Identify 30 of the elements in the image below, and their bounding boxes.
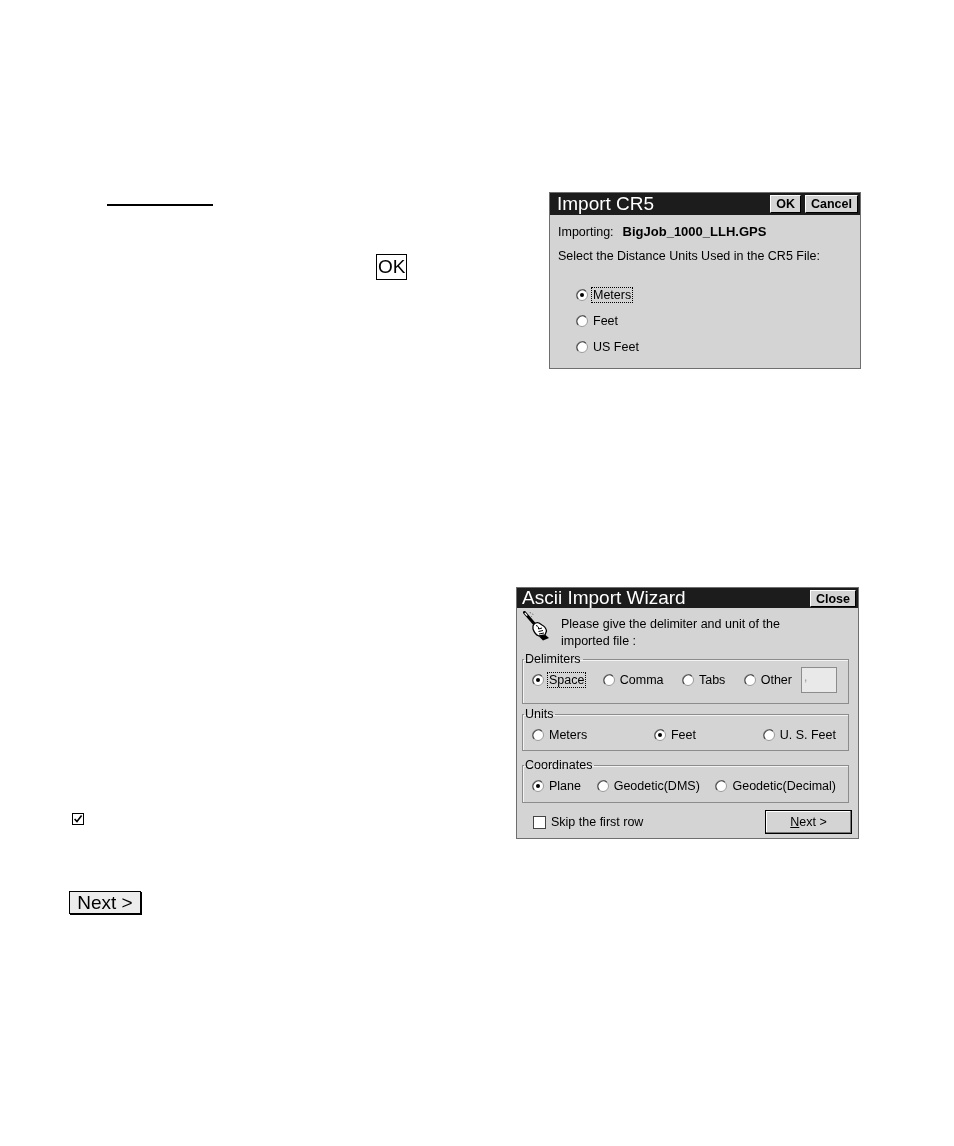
units-prompt: Select the Distance Units Used in the CR5 File: xyxy=(558,249,821,265)
next-button[interactable]: Next > xyxy=(69,891,141,914)
dialog-title: Ascii Import Wizard xyxy=(522,588,687,608)
dialog-title: Import CR5 xyxy=(557,194,656,214)
radio-option[interactable]: Meters xyxy=(576,287,633,303)
radio-option[interactable]: Other xyxy=(743,672,793,688)
importing-label: Importing: xyxy=(558,225,614,239)
ok-button[interactable]: OK xyxy=(376,254,408,280)
radio-option[interactable]: Space xyxy=(532,672,586,688)
wizard-instruction: Please give the delimiter and unit of the imported file : xyxy=(561,616,781,650)
group-title: Units xyxy=(524,707,555,721)
title-bar-button[interactable]: Cancel xyxy=(805,195,858,213)
radio-option[interactable]: Geodetic(Decimal) xyxy=(715,778,837,794)
skip-row-checkbox[interactable]: Skip the first row xyxy=(533,815,644,829)
title-bar-button[interactable]: OK xyxy=(770,195,801,213)
radio-option[interactable]: Meters xyxy=(532,727,589,743)
radio-option[interactable]: Comma xyxy=(602,672,665,688)
hand-with-wand-icon xyxy=(523,611,551,641)
radio-option[interactable]: Plane xyxy=(532,778,582,794)
radio-option[interactable]: Feet xyxy=(653,727,697,743)
radio-option[interactable]: Geodetic(DMS) xyxy=(596,778,701,794)
radio-option[interactable]: Tabs xyxy=(681,672,727,688)
next-button[interactable]: Next > xyxy=(765,810,852,834)
close-button[interactable]: Close xyxy=(809,589,856,607)
radio-option[interactable]: US Feet xyxy=(576,339,640,355)
file-name: BigJob_1000_LLH.GPS xyxy=(622,224,767,239)
radio-option[interactable]: U. S. Feet xyxy=(762,727,837,743)
group-title: Delimiters xyxy=(524,652,582,666)
group-title: Coordinates xyxy=(524,758,594,772)
radio-option[interactable]: Feet xyxy=(576,313,619,329)
